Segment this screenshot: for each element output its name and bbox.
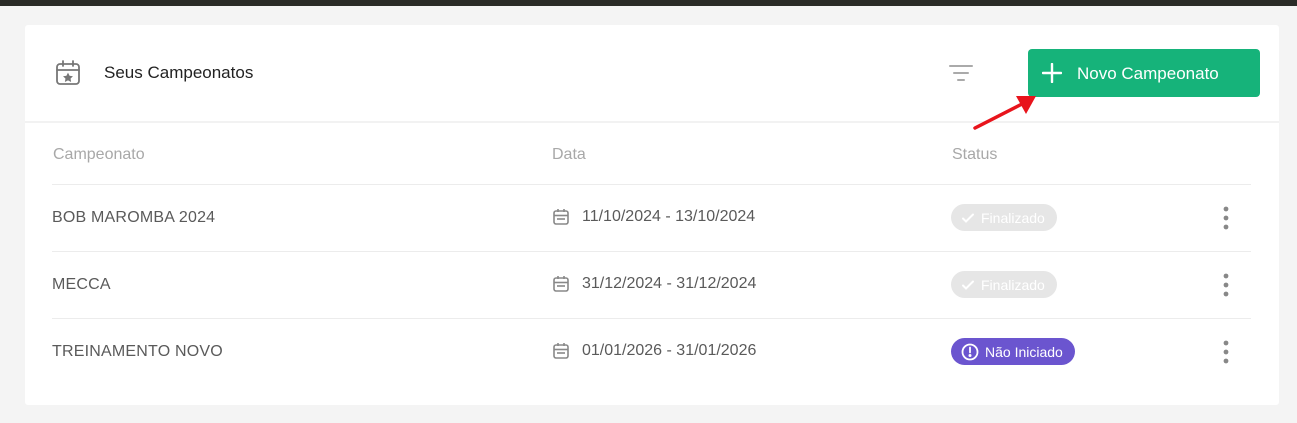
status-badge: Não Iniciado	[951, 338, 1075, 365]
card-header: Seus Campeonatos Novo Campeonato	[25, 25, 1279, 123]
championship-date: 01/01/2026 - 31/01/2026	[552, 342, 756, 360]
check-icon	[962, 280, 974, 290]
date-range: 11/10/2024 - 13/10/2024	[582, 208, 756, 225]
date-range: 31/12/2024 - 31/12/2024	[582, 275, 757, 292]
new-championship-button[interactable]: Novo Campeonato	[1028, 49, 1260, 97]
calendar-icon	[553, 343, 569, 359]
championship-name: MECCA	[52, 276, 111, 293]
table-row[interactable]: BOB MAROMBA 2024 11/10/2024 - 13/10/2024 F…	[52, 184, 1251, 251]
page-title: Seus Campeonatos	[104, 63, 254, 82]
status-label: Finalizado	[981, 209, 1045, 226]
clock-icon	[961, 343, 979, 360]
column-header-status: Status	[952, 146, 998, 163]
row-actions-button[interactable]	[1216, 205, 1236, 231]
annotation-arrow	[973, 96, 1036, 130]
calendar-icon	[553, 209, 569, 225]
date-range: 01/01/2026 - 31/01/2026	[582, 342, 757, 359]
more-vertical-icon	[1223, 340, 1229, 364]
status-badge: Finalizado	[951, 271, 1057, 298]
check-icon	[962, 213, 974, 223]
row-actions-button[interactable]	[1216, 272, 1236, 298]
calendar-star-icon	[56, 60, 80, 85]
championship-date: 31/12/2024 - 31/12/2024	[552, 275, 756, 293]
top-bar	[0, 0, 1297, 6]
championship-date: 11/10/2024 - 13/10/2024	[552, 208, 755, 226]
column-header-championship: Campeonato	[53, 146, 145, 163]
status-badge: Finalizado	[951, 204, 1057, 231]
new-championship-button-label: Novo Campeonato	[1077, 64, 1219, 83]
column-header-date: Data	[552, 146, 586, 163]
plus-icon	[1042, 63, 1062, 83]
championship-name: BOB MAROMBA 2024	[52, 209, 216, 226]
more-vertical-icon	[1223, 273, 1229, 297]
calendar-icon	[553, 276, 569, 292]
status-label: Finalizado	[981, 276, 1045, 293]
status-label: Não Iniciado	[985, 343, 1063, 360]
table-row[interactable]: TREINAMENTO NOVO 01/01/2026 - 31/01/2026 N…	[52, 318, 1251, 385]
table-row[interactable]: MECCA 31/12/2024 - 31/12/2024 Finalizado	[52, 251, 1251, 318]
filter-icon[interactable]	[948, 61, 974, 85]
row-actions-button[interactable]	[1216, 339, 1236, 365]
more-vertical-icon	[1223, 206, 1229, 230]
championship-name: TREINAMENTO NOVO	[52, 343, 223, 360]
